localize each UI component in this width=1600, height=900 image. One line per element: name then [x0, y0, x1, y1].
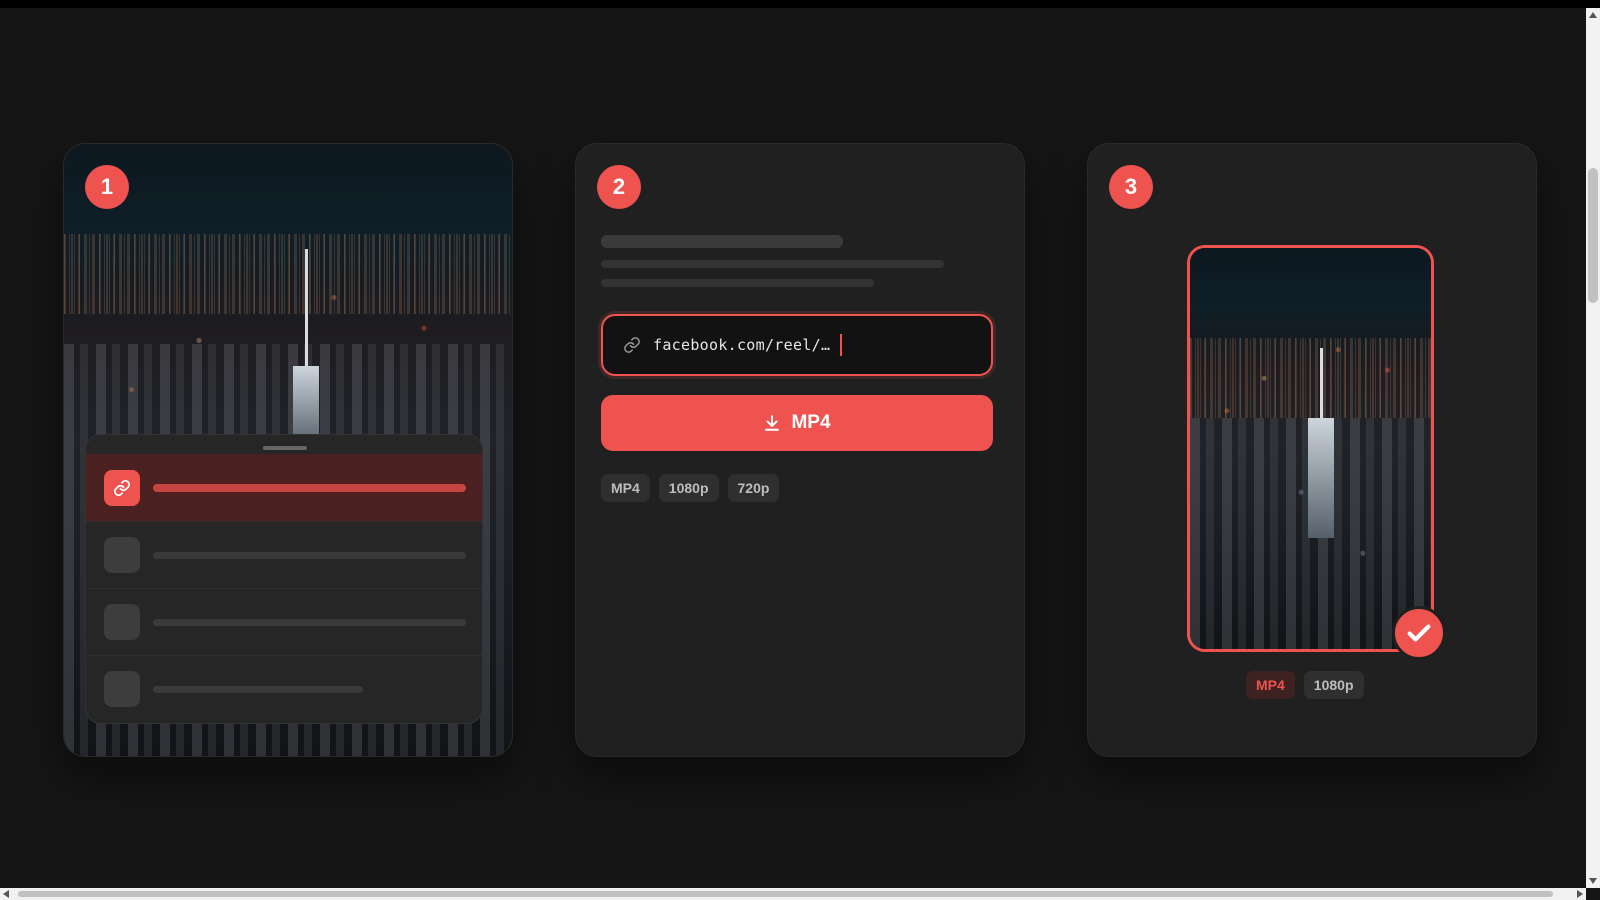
vertical-scroll-thumb[interactable]: [1588, 168, 1598, 303]
format-chip-1080p[interactable]: 1080p: [658, 474, 719, 502]
placeholder-title: [601, 235, 843, 248]
placeholder-line: [601, 279, 874, 287]
sheet-row[interactable]: [86, 521, 482, 588]
top-bar: [0, 0, 1600, 8]
format-chips: MP4 1080p 720p: [601, 474, 780, 502]
sheet-row[interactable]: [86, 588, 482, 655]
scroll-down-arrow-icon[interactable]: [1589, 878, 1597, 884]
scroll-right-arrow-icon[interactable]: [1577, 890, 1583, 898]
download-mp4-button[interactable]: MP4: [601, 395, 993, 451]
format-chip-mp4[interactable]: MP4: [601, 474, 650, 502]
download-icon: [765, 415, 780, 431]
step-card-1: 1: [63, 143, 513, 757]
row-placeholder-bar: [153, 685, 363, 693]
download-button-label: MP4: [791, 412, 831, 433]
city-horizon: [1190, 338, 1431, 418]
url-input[interactable]: facebook.com/reel/…: [601, 314, 993, 376]
tower-spire: [1320, 348, 1323, 428]
row-placeholder-bar: [153, 551, 466, 559]
format-chip-720p[interactable]: 720p: [727, 474, 780, 502]
horizontal-scrollbar[interactable]: [0, 888, 1586, 900]
checkmark-icon: [1407, 624, 1431, 642]
vertical-scrollbar[interactable]: [1586, 8, 1600, 888]
scroll-left-arrow-icon[interactable]: [3, 890, 9, 898]
result-chip-mp4: MP4: [1246, 671, 1295, 699]
placeholder-icon: [104, 604, 140, 640]
row-placeholder-bar: [153, 483, 466, 492]
city-video-thumbnail: [1190, 248, 1431, 649]
link-icon: [624, 337, 640, 353]
row-placeholder-bar: [153, 618, 466, 626]
step-card-2: 2 facebook.com/reel/… MP4 MP4 1080p 720p: [575, 143, 1025, 757]
sheet-drag-handle[interactable]: [263, 446, 307, 450]
step-badge: 3: [1109, 165, 1153, 209]
step-badge: 2: [597, 165, 641, 209]
sheet-row-copy-link[interactable]: [86, 454, 482, 521]
placeholder-line: [601, 260, 944, 268]
tower-spire: [305, 249, 308, 369]
link-icon: [104, 469, 140, 506]
horizontal-scroll-thumb[interactable]: [18, 891, 1553, 897]
scroll-up-arrow-icon[interactable]: [1589, 12, 1597, 18]
placeholder-icon: [104, 537, 140, 573]
text-caret: [840, 334, 843, 356]
sheet-row[interactable]: [86, 655, 482, 722]
step-card-3: 3 MP4 1080p: [1087, 143, 1537, 757]
success-check-badge: [1392, 606, 1446, 660]
video-preview: [1187, 245, 1434, 652]
step-badge: 1: [85, 165, 129, 209]
url-input-value: facebook.com/reel/…: [653, 336, 831, 354]
placeholder-icon: [104, 671, 140, 707]
tower: [1308, 418, 1334, 538]
bottom-sheet: [85, 434, 483, 724]
result-chip-1080p: 1080p: [1303, 671, 1364, 699]
city-horizon: [64, 234, 512, 314]
result-chips: MP4 1080p: [1246, 671, 1364, 699]
